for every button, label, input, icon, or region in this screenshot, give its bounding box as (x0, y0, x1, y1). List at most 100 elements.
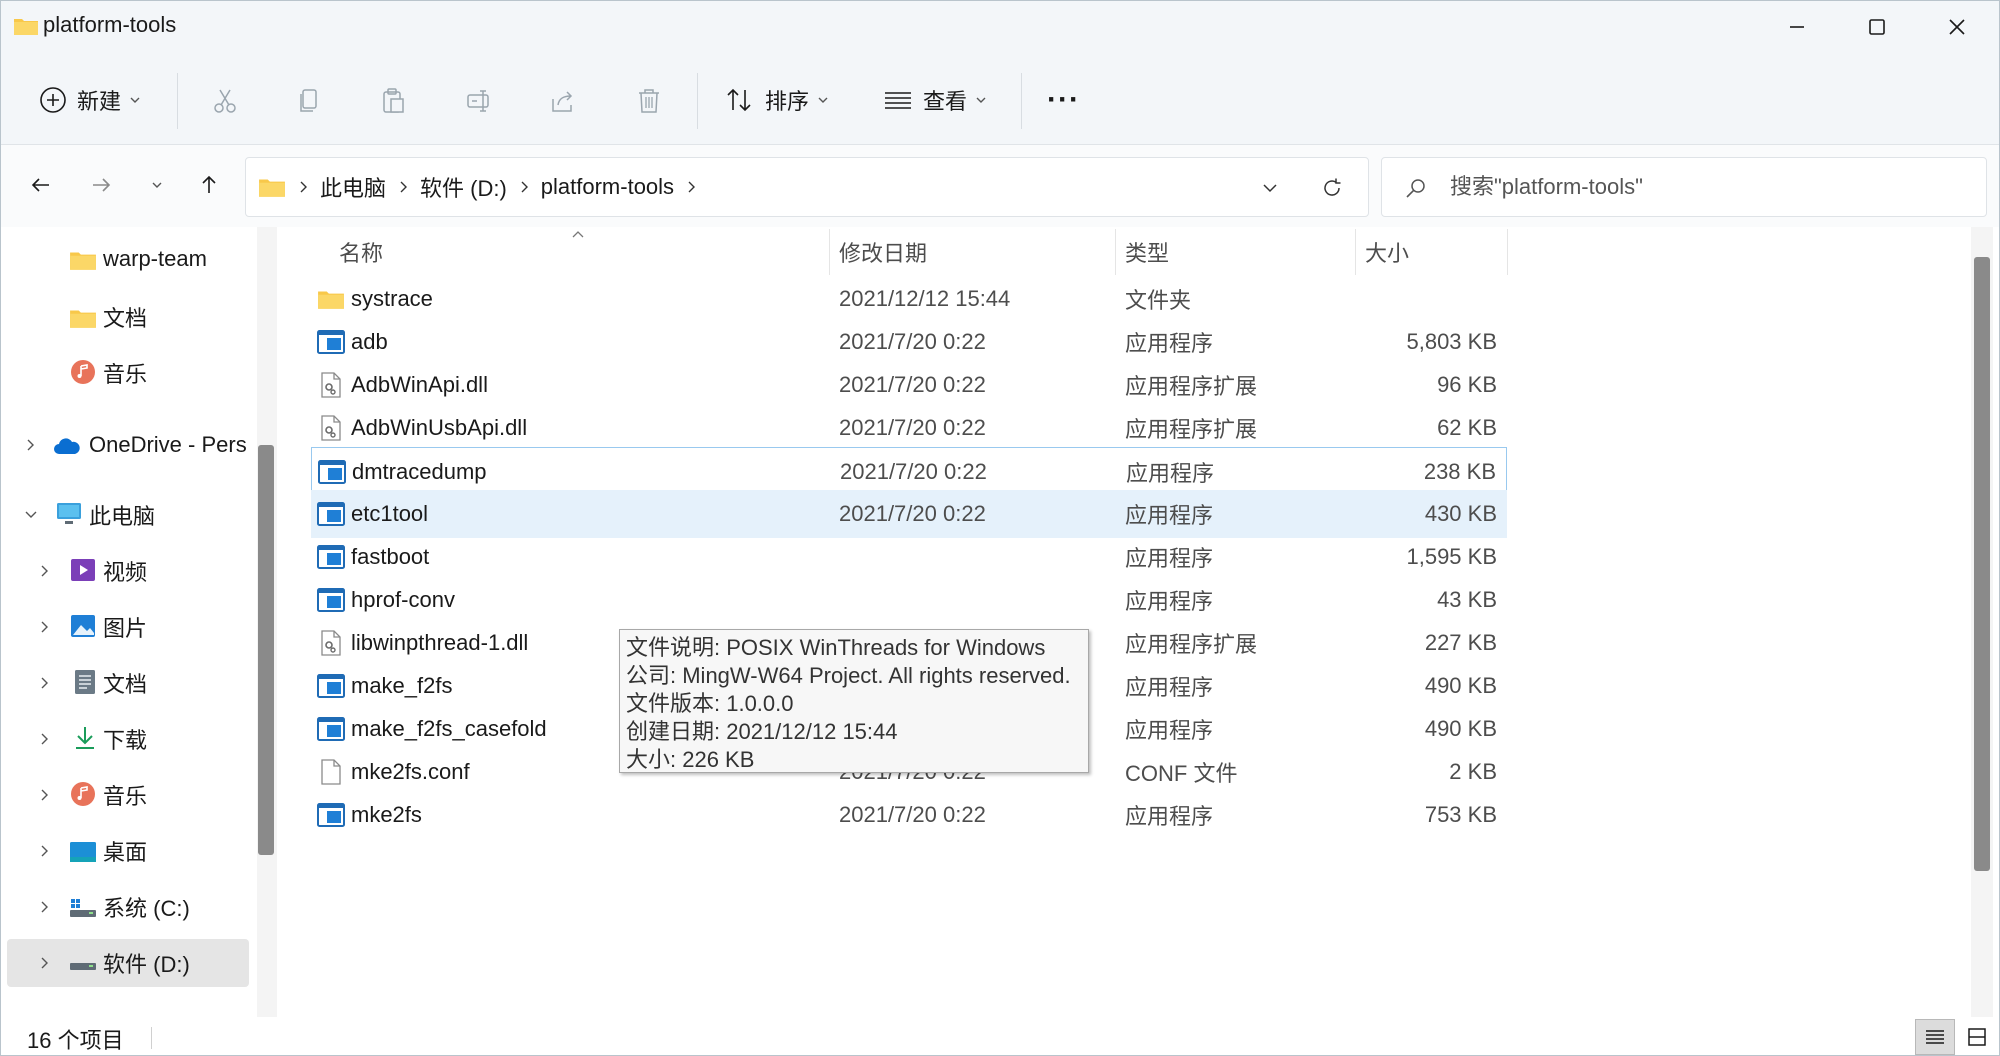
up-button[interactable] (189, 165, 229, 205)
new-label: 新建 (77, 89, 122, 114)
expand-toggle[interactable] (35, 953, 55, 973)
sidebar-item-documents-quick[interactable]: 文档 (7, 293, 249, 341)
breadcrumb-platform-tools[interactable]: platform-tools (541, 174, 674, 200)
file-type: CONF 文件 (1125, 761, 1238, 786)
sidebar-item-downloads[interactable]: 下载 (7, 715, 249, 763)
breadcrumb-this-pc[interactable]: 此电脑 (320, 171, 386, 203)
cut-button[interactable] (207, 83, 243, 119)
minimize-button[interactable] (1757, 1, 1837, 53)
view-menu-button[interactable]: 查看 (883, 77, 987, 123)
sidebar-item-drive-c[interactable]: 系统 (C:) (7, 883, 249, 931)
sidebar-item-warp-team[interactable]: warp-team (7, 235, 249, 283)
folder-icon (259, 179, 285, 197)
sidebar-scrollbar[interactable] (257, 227, 277, 1017)
back-button[interactable] (21, 165, 61, 205)
column-divider[interactable] (829, 229, 830, 275)
file-size: 753 KB (1424, 802, 1497, 827)
file-date: 2021/7/20 0:22 (839, 415, 986, 440)
expand-toggle[interactable] (35, 729, 55, 749)
file-type: 应用程序 (1125, 675, 1214, 700)
item-count: 16 个项目 (27, 1028, 124, 1053)
search-input[interactable] (1450, 168, 1970, 206)
copy-icon (300, 89, 317, 112)
chevron-right-icon[interactable] (398, 180, 408, 194)
chevron-down-icon (25, 511, 37, 518)
new-button[interactable]: 新建 (39, 77, 141, 123)
sidebar-item-label: 图片 (103, 616, 148, 641)
file-name: make_f2fs (351, 673, 453, 698)
column-header-date[interactable]: 修改日期 (839, 227, 1109, 277)
file-list-scrollbar[interactable] (1971, 227, 1993, 1017)
view-label: 查看 (923, 89, 968, 114)
sidebar-item-music[interactable]: 音乐 (7, 771, 249, 819)
file-list-scrollbar-thumb[interactable] (1974, 257, 1990, 871)
expand-toggle[interactable] (35, 897, 55, 917)
forward-button[interactable] (81, 165, 121, 205)
address-bar[interactable]: 此电脑 软件 (D:) platform-tools (245, 157, 1369, 217)
share-icon (552, 91, 573, 112)
column-divider[interactable] (1507, 229, 1508, 275)
column-divider[interactable] (1355, 229, 1356, 275)
file-row[interactable]: fastboot 应用程序 1,595 KB (311, 533, 1507, 581)
exe-icon (317, 587, 345, 613)
sidebar-item-drive-d[interactable]: 软件 (D:) (7, 939, 249, 987)
address-history-button[interactable] (1256, 174, 1284, 202)
collapse-toggle[interactable] (21, 505, 41, 525)
expand-toggle[interactable] (35, 841, 55, 861)
refresh-button[interactable] (1316, 172, 1348, 204)
sidebar-item-documents[interactable]: 文档 (7, 659, 249, 707)
tiles-view-button[interactable] (1957, 1019, 1997, 1055)
sort-label: 排序 (765, 89, 810, 114)
file-row[interactable]: mke2fs 2021/7/20 0:22 应用程序 753 KB (311, 791, 1507, 839)
rename-button[interactable] (461, 83, 497, 119)
column-header-type[interactable]: 类型 (1125, 227, 1355, 277)
sidebar-item-this-pc[interactable]: 此电脑 (7, 491, 249, 539)
expand-toggle[interactable] (35, 673, 55, 693)
file-type: 应用程序 (1126, 461, 1215, 486)
file-row[interactable]: etc1tool 2021/7/20 0:22 应用程序 430 KB (311, 490, 1507, 538)
expand-toggle[interactable] (35, 785, 55, 805)
sidebar-item-label: 系统 (C:) (103, 896, 190, 921)
file-row[interactable]: AdbWinUsbApi.dll 2021/7/20 0:22 应用程序扩展 62 K… (311, 404, 1507, 452)
recent-locations-button[interactable] (137, 165, 177, 205)
file-row[interactable]: hprof-conv 应用程序 43 KB (311, 576, 1507, 624)
maximize-icon (1869, 19, 1885, 35)
sidebar-item-pictures[interactable]: 图片 (7, 603, 249, 651)
sidebar-scrollbar-thumb[interactable] (258, 445, 274, 855)
column-header-size[interactable]: 大小 (1365, 227, 1505, 277)
expand-toggle[interactable] (21, 435, 41, 455)
chevron-right-icon[interactable] (519, 180, 529, 194)
column-divider[interactable] (1115, 229, 1116, 275)
file-row[interactable]: dmtracedump 2021/7/20 0:22 应用程序 238 KB (311, 447, 1507, 495)
sidebar-item-music-quick[interactable]: 音乐 (7, 349, 249, 397)
column-header-label: 名称 (339, 241, 384, 266)
file-date: 2021/7/20 0:22 (839, 802, 986, 827)
sidebar-item-desktop[interactable]: 桌面 (7, 827, 249, 875)
delete-button[interactable] (631, 83, 667, 119)
chevron-right-icon[interactable] (686, 180, 696, 194)
file-size: 2 KB (1449, 759, 1497, 784)
details-view-button[interactable] (1915, 1019, 1955, 1055)
cloud-icon (54, 438, 80, 454)
refresh-icon (1324, 178, 1341, 196)
file-date: 2021/12/12 15:44 (839, 286, 1011, 311)
more-options-button[interactable]: ··· (1047, 77, 1080, 123)
sidebar-item-videos[interactable]: 视频 (7, 547, 249, 595)
file-row[interactable]: systrace 2021/12/12 15:44 文件夹 (311, 275, 1507, 323)
close-button[interactable] (1917, 1, 1997, 53)
sort-button[interactable]: 排序 (725, 77, 829, 123)
paste-button[interactable] (375, 83, 411, 119)
breadcrumb-drive-d[interactable]: 软件 (D:) (420, 171, 507, 203)
search-box[interactable] (1381, 157, 1987, 217)
sidebar-item-onedrive[interactable]: OneDrive - Pers (7, 421, 249, 469)
file-row[interactable]: AdbWinApi.dll 2021/7/20 0:22 应用程序扩展 96 KB (311, 361, 1507, 409)
sidebar-item-label: 下载 (103, 728, 148, 753)
file-row[interactable]: adb 2021/7/20 0:22 应用程序 5,803 KB (311, 318, 1507, 366)
expand-toggle[interactable] (35, 617, 55, 637)
share-button[interactable] (545, 83, 581, 119)
title-bar[interactable]: platform-tools (1, 1, 1999, 53)
file-size: 62 KB (1437, 415, 1497, 440)
expand-toggle[interactable] (35, 561, 55, 581)
copy-button[interactable] (291, 83, 327, 119)
maximize-button[interactable] (1837, 1, 1917, 53)
